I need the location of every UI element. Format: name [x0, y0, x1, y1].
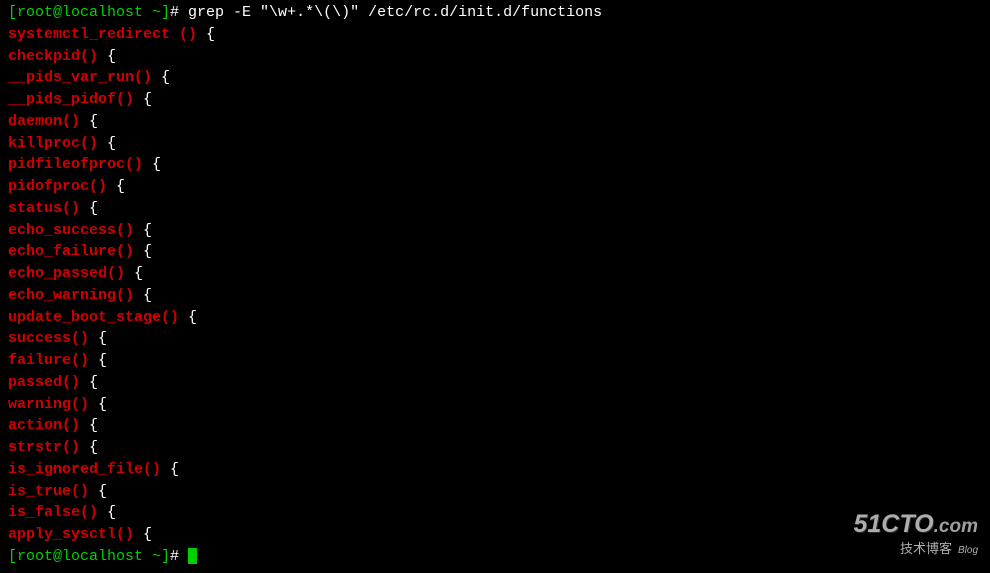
output-rest: {	[179, 309, 197, 326]
grep-match: pidofproc()	[8, 178, 107, 195]
watermark-main: 51CTO	[854, 510, 934, 538]
output-line: pidofproc() {	[8, 176, 982, 198]
grep-match: status()	[8, 200, 80, 217]
output-rest: {	[80, 417, 98, 434]
output-rest: {	[89, 330, 107, 347]
prompt-hash: #	[170, 4, 188, 21]
grep-match: is_false()	[8, 504, 98, 521]
command-line: [root@localhost ~]# grep -E "\w+.*\(\)" …	[8, 2, 982, 24]
output-rest: {	[134, 243, 152, 260]
grep-match: is_ignored_file()	[8, 461, 161, 478]
output-line: systemctl_redirect () {	[8, 24, 982, 46]
output-line: status() {	[8, 198, 982, 220]
grep-match: strstr()	[8, 439, 80, 456]
output-rest: {	[125, 265, 143, 282]
terminal[interactable]: [root@localhost ~]# grep -E "\w+.*\(\)" …	[8, 2, 982, 568]
grep-match: passed()	[8, 374, 80, 391]
output-line: echo_failure() {	[8, 241, 982, 263]
command-text: grep -E "\w+.*\(\)" /etc/rc.d/init.d/fun…	[188, 4, 602, 21]
grep-match: daemon()	[8, 113, 80, 130]
output-rest: {	[134, 222, 152, 239]
output-rest: {	[89, 396, 107, 413]
output-rest: {	[134, 91, 152, 108]
output-rest: {	[134, 287, 152, 304]
output-line: update_boot_stage() {	[8, 307, 982, 329]
grep-match: echo_failure()	[8, 243, 134, 260]
grep-output: systemctl_redirect () {checkpid() {__pid…	[8, 24, 982, 546]
grep-match: systemctl_redirect ()	[8, 26, 197, 43]
grep-match: echo_warning()	[8, 287, 134, 304]
watermark-blog: Blog	[958, 545, 978, 556]
output-line: success() {	[8, 328, 982, 350]
grep-match: echo_passed()	[8, 265, 125, 282]
cursor-icon	[188, 548, 197, 564]
output-line: echo_warning() {	[8, 285, 982, 307]
grep-match: warning()	[8, 396, 89, 413]
output-line: warning() {	[8, 394, 982, 416]
watermark: 51CTO.com 技术博客 Blog	[854, 506, 979, 559]
output-line: passed() {	[8, 372, 982, 394]
grep-match: pidfileofproc()	[8, 156, 143, 173]
output-line: daemon() {	[8, 111, 982, 133]
output-rest: {	[197, 26, 215, 43]
output-rest: {	[80, 374, 98, 391]
output-rest: {	[80, 200, 98, 217]
output-line: failure() {	[8, 350, 982, 372]
output-rest: {	[107, 178, 125, 195]
output-rest: {	[80, 439, 98, 456]
output-line: strstr() {	[8, 437, 982, 459]
output-rest: {	[89, 483, 107, 500]
output-rest: {	[161, 461, 179, 478]
output-rest: {	[98, 504, 116, 521]
watermark-suffix: .com	[934, 516, 978, 537]
output-line: echo_success() {	[8, 220, 982, 242]
prompt-user-host: [root@localhost ~]	[8, 548, 170, 565]
output-rest: {	[80, 113, 98, 130]
output-line: killproc() {	[8, 133, 982, 155]
grep-match: __pids_pidof()	[8, 91, 134, 108]
output-rest: {	[98, 48, 116, 65]
grep-match: action()	[8, 417, 80, 434]
output-line: apply_sysctl() {	[8, 524, 982, 546]
output-rest: {	[134, 526, 152, 543]
output-rest: {	[98, 135, 116, 152]
grep-match: echo_success()	[8, 222, 134, 239]
grep-match: success()	[8, 330, 89, 347]
output-line: action() {	[8, 415, 982, 437]
output-line: pidfileofproc() {	[8, 154, 982, 176]
grep-match: __pids_var_run()	[8, 69, 152, 86]
output-line: __pids_var_run() {	[8, 67, 982, 89]
grep-match: update_boot_stage()	[8, 309, 179, 326]
output-rest: {	[143, 156, 161, 173]
grep-match: is_true()	[8, 483, 89, 500]
grep-match: failure()	[8, 352, 89, 369]
grep-match: apply_sysctl()	[8, 526, 134, 543]
output-line: checkpid() {	[8, 46, 982, 68]
output-line: is_true() {	[8, 481, 982, 503]
grep-match: killproc()	[8, 135, 98, 152]
output-line: is_false() {	[8, 502, 982, 524]
grep-match: checkpid()	[8, 48, 98, 65]
prompt-line[interactable]: [root@localhost ~]#	[8, 546, 982, 568]
watermark-sub: 技术博客	[900, 541, 952, 556]
output-line: is_ignored_file() {	[8, 459, 982, 481]
output-line: echo_passed() {	[8, 263, 982, 285]
output-rest: {	[89, 352, 107, 369]
prompt-hash: #	[170, 548, 188, 565]
output-rest: {	[152, 69, 170, 86]
prompt-user-host: [root@localhost ~]	[8, 4, 170, 21]
output-line: __pids_pidof() {	[8, 89, 982, 111]
